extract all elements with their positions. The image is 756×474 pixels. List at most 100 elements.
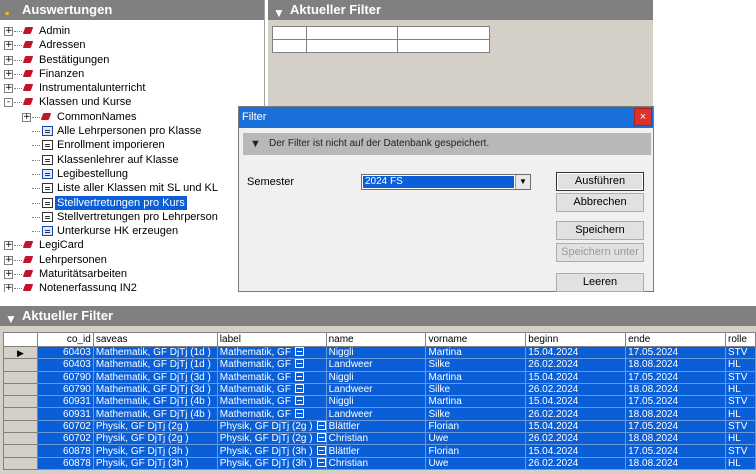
- dialog-titlebar[interactable]: Filter ×: [239, 107, 653, 128]
- table-cell-co-id[interactable]: 60931: [36, 395, 94, 409]
- row-selector[interactable]: [3, 370, 38, 384]
- table-row[interactable]: 60790 Mathematik, GF DjTj (3d ) Mathematik…: [3, 370, 756, 384]
- column-header[interactable]: saveas: [92, 332, 218, 347]
- tree-item-label[interactable]: Bestätigungen: [37, 53, 111, 67]
- table-cell-ende[interactable]: 17.05.2024: [625, 345, 726, 360]
- table-cell-co-id[interactable]: 60878: [36, 456, 94, 470]
- table-cell-name[interactable]: Blättler: [325, 419, 427, 434]
- expand-icon[interactable]: +: [4, 255, 13, 265]
- column-header[interactable]: rolle: [724, 332, 756, 347]
- table-cell-beginn[interactable]: 15.04.2024: [525, 419, 627, 434]
- expand-icon[interactable]: +: [4, 55, 13, 65]
- tree-item[interactable]: + Instrumentalunterricht: [0, 81, 264, 95]
- tree-item-label[interactable]: Notenerfassung IN2: [37, 281, 139, 292]
- table-cell-ende[interactable]: 18.08.2024: [625, 382, 726, 397]
- table-cell-saveas[interactable]: Mathematik, GF DjTj (3d ): [92, 370, 218, 384]
- table-cell-saveas[interactable]: Mathematik, GF DjTj (4b ): [92, 407, 218, 421]
- table-cell-vorname[interactable]: Martina: [425, 395, 527, 409]
- table-cell-name[interactable]: Landweer: [325, 358, 427, 372]
- tree-item[interactable]: + CommonNames: [0, 110, 264, 124]
- table-cell-ende[interactable]: 18.08.2024: [625, 432, 726, 446]
- table-cell-ende[interactable]: 18.08.2024: [625, 456, 726, 470]
- tree-item[interactable]: Enrollment imporieren: [0, 138, 264, 152]
- table-cell-name[interactable]: Niggli: [325, 395, 427, 409]
- memo-icon[interactable]: [316, 433, 326, 443]
- tree-item-label[interactable]: Klassenlehrer auf Klasse: [55, 153, 181, 167]
- close-button[interactable]: ×: [634, 108, 652, 126]
- memo-icon[interactable]: [294, 347, 304, 357]
- tree-item[interactable]: + Lehrpersonen: [0, 253, 264, 267]
- column-header[interactable]: label: [216, 332, 327, 347]
- table-cell-vorname[interactable]: Uwe: [425, 432, 527, 446]
- expand-icon[interactable]: +: [4, 284, 13, 292]
- table-cell-vorname[interactable]: Silke: [425, 358, 527, 372]
- column-header[interactable]: beginn: [525, 332, 627, 347]
- filter-grid[interactable]: [272, 26, 490, 53]
- table-cell-name[interactable]: Niggli: [325, 345, 427, 360]
- tree-item-label[interactable]: Instrumentalunterricht: [37, 81, 147, 95]
- table-row[interactable]: 60702 Physik, GF DjTj (2g ) Physik, GF DjT…: [3, 419, 756, 434]
- cancel-button[interactable]: Abbrechen: [556, 193, 644, 212]
- row-selector[interactable]: [3, 358, 38, 372]
- filter-grid-cell[interactable]: [272, 26, 307, 40]
- tree-item[interactable]: + Bestätigungen: [0, 53, 264, 67]
- table-cell-vorname[interactable]: Florian: [425, 419, 527, 434]
- table-row[interactable]: ▶ 60403 Mathematik, GF DjTj (1d ) Mathemati…: [3, 345, 756, 360]
- column-header[interactable]: name: [325, 332, 427, 347]
- table-cell-ende[interactable]: 17.05.2024: [625, 370, 726, 384]
- memo-icon[interactable]: [316, 421, 326, 430]
- table-cell-label[interactable]: Mathematik, GF: [216, 407, 327, 421]
- filter-grid-cell[interactable]: [305, 26, 399, 40]
- table-cell-saveas[interactable]: Mathematik, GF DjTj (1d ): [92, 358, 218, 372]
- table-cell-ende[interactable]: 18.08.2024: [625, 407, 726, 421]
- tree-item-label[interactable]: Alle Lehrpersonen pro Klasse: [55, 124, 203, 138]
- expand-icon[interactable]: +: [22, 112, 31, 122]
- table-cell-co-id[interactable]: 60403: [36, 358, 94, 372]
- table-cell-name[interactable]: Blättler: [325, 444, 427, 458]
- tree-item-label[interactable]: Unterkurse HK erzeugen: [55, 224, 180, 238]
- table-cell-co-id[interactable]: 60702: [36, 432, 94, 446]
- row-selector[interactable]: [3, 407, 38, 421]
- memo-icon[interactable]: [316, 445, 326, 455]
- expand-icon[interactable]: +: [4, 27, 13, 36]
- column-header[interactable]: vorname: [425, 332, 527, 347]
- table-cell-saveas[interactable]: Mathematik, GF DjTj (4b ): [92, 395, 218, 409]
- tree-item-label[interactable]: Klassen und Kurse: [37, 95, 133, 109]
- table-cell-rolle[interactable]: STV: [724, 370, 756, 384]
- row-selector[interactable]: [3, 382, 38, 397]
- memo-icon[interactable]: [294, 396, 304, 406]
- table-cell-label[interactable]: Mathematik, GF: [216, 370, 327, 384]
- tree-item-label[interactable]: Lehrpersonen: [37, 253, 109, 267]
- tree-item[interactable]: Legibestellung: [0, 167, 264, 181]
- table-cell-label[interactable]: Physik, GF DjTj (3h ): [216, 456, 327, 470]
- table-cell-name[interactable]: Landweer: [325, 407, 427, 421]
- table-cell-beginn[interactable]: 15.04.2024: [525, 345, 627, 360]
- expand-icon[interactable]: +: [4, 69, 13, 79]
- table-cell-name[interactable]: Landweer: [325, 382, 427, 397]
- table-cell-saveas[interactable]: Physik, GF DjTj (2g ): [92, 432, 218, 446]
- tree-item-label[interactable]: CommonNames: [55, 110, 138, 124]
- table-cell-saveas[interactable]: Mathematik, GF DjTj (3d ): [92, 382, 218, 397]
- filter-grid-cell[interactable]: [397, 26, 490, 40]
- save-button[interactable]: Speichern: [556, 221, 644, 240]
- table-cell-label[interactable]: Mathematik, GF: [216, 382, 327, 397]
- row-selector[interactable]: [3, 395, 38, 409]
- table-row[interactable]: 60702 Physik, GF DjTj (2g ) Physik, GF DjT…: [3, 432, 756, 446]
- table-cell-rolle[interactable]: HL: [724, 407, 756, 421]
- tree-item-label[interactable]: Enrollment imporieren: [55, 138, 167, 152]
- row-selector[interactable]: [3, 456, 38, 470]
- row-selector[interactable]: [3, 419, 38, 434]
- memo-icon[interactable]: [294, 372, 304, 381]
- table-cell-rolle[interactable]: HL: [724, 382, 756, 397]
- chevron-down-icon[interactable]: ▼: [515, 175, 530, 189]
- tree-item-label[interactable]: Legibestellung: [55, 167, 130, 181]
- column-header[interactable]: co_id: [36, 332, 94, 347]
- table-row[interactable]: 60931 Mathematik, GF DjTj (4b ) Mathematik…: [3, 407, 756, 421]
- memo-icon[interactable]: [294, 359, 304, 369]
- table-cell-rolle[interactable]: STV: [724, 395, 756, 409]
- tree-item-label[interactable]: Admin: [37, 24, 72, 38]
- tree-item[interactable]: Unterkurse HK erzeugen: [0, 224, 264, 238]
- table-cell-vorname[interactable]: Martina: [425, 370, 527, 384]
- memo-icon[interactable]: [316, 458, 326, 467]
- tree-item[interactable]: + Maturitätsarbeiten: [0, 267, 264, 281]
